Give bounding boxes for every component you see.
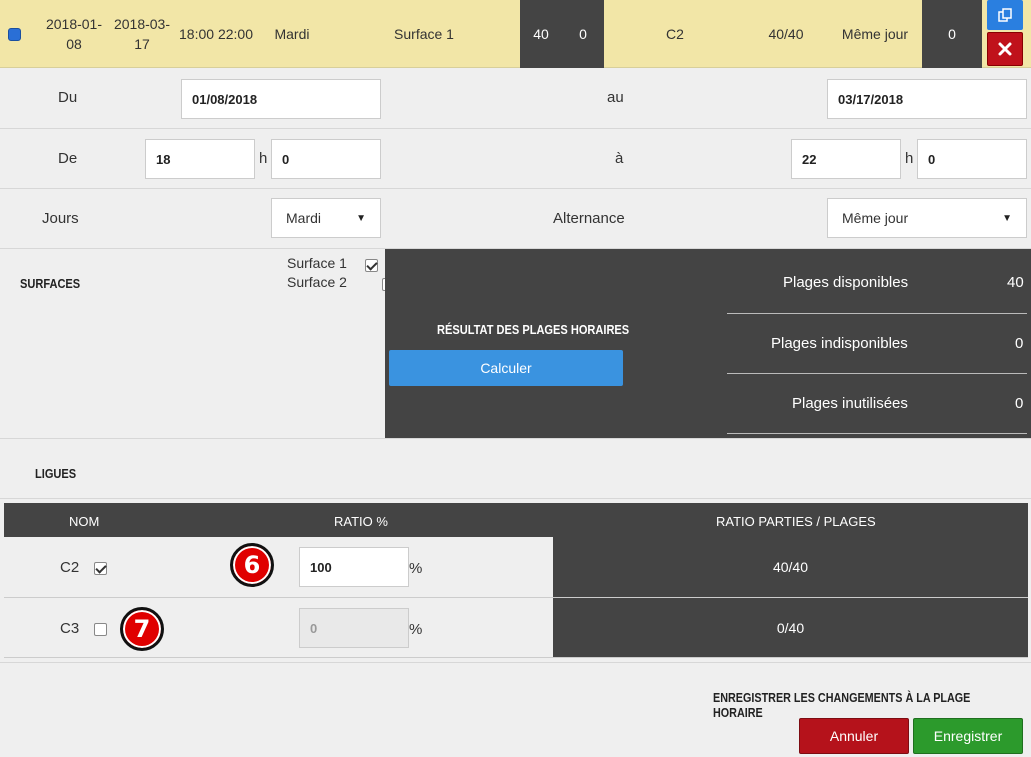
alternance-label: Alternance — [553, 210, 625, 227]
percent-label: % — [409, 560, 423, 577]
summary-ratio: 40/40 — [768, 26, 804, 42]
start-hour-input[interactable]: 18 — [145, 139, 255, 179]
cancel-button[interactable]: Annuler — [799, 718, 909, 754]
close-icon — [998, 42, 1012, 56]
summary-unavailable: 0 — [562, 0, 604, 68]
summary-unused: 0 — [922, 0, 982, 68]
col-header-name: NOM — [69, 514, 100, 529]
surface-1-checkbox[interactable] — [365, 259, 378, 272]
stat-unavailable-label: Plages indisponibles — [771, 335, 908, 352]
day-select[interactable]: Mardi ▼ — [271, 198, 381, 238]
league-checkbox[interactable] — [94, 562, 107, 575]
row-select-checkbox[interactable] — [7, 27, 21, 41]
summary-day: Mardi — [274, 26, 310, 42]
col-header-ratio-games: RATIO PARTIES / PLAGES — [716, 514, 876, 529]
summary-start-date: 2018-01-08 — [45, 16, 103, 52]
league-checkbox[interactable] — [94, 623, 107, 636]
copy-icon — [998, 8, 1012, 22]
summary-available: 40 — [520, 0, 562, 68]
leagues-heading: LIGUES — [35, 466, 77, 481]
du-label: Du — [58, 89, 78, 106]
end-date-input[interactable]: 03/17/2018 — [827, 79, 1027, 119]
table-header: NOM RATIO % RATIO PARTIES / PLAGES — [4, 503, 1028, 537]
league-ratio-games: 0/40 — [553, 598, 1028, 657]
league-ratio-input-disabled: 0 — [299, 608, 409, 648]
de-label: De — [58, 150, 78, 167]
summary-league: C2 — [666, 26, 684, 42]
row-select-cell[interactable] — [0, 0, 28, 68]
day-select-value: Mardi — [286, 210, 322, 226]
stat-unavailable-value: 0 — [1015, 335, 1024, 352]
table-row: C3 7 0 % 0/40 — [4, 598, 1028, 658]
summary-time-range: 18:00 22:00 — [179, 26, 253, 42]
hour-separator: h — [905, 150, 914, 167]
summary-surface: Surface 1 — [394, 26, 454, 42]
league-ratio-input[interactable]: 100 — [299, 547, 409, 587]
summary-end-date: 2018-03-17 — [113, 16, 171, 52]
date-range-row: Du 01/08/2018 au 03/17/2018 — [0, 68, 1031, 129]
stat-unused-value: 0 — [1015, 395, 1024, 412]
duplicate-button[interactable] — [987, 0, 1023, 30]
caret-down-icon: ▼ — [1002, 212, 1012, 224]
annotation-badge: 6 — [230, 543, 274, 587]
a-label: à — [615, 150, 624, 167]
league-name: C2 — [60, 559, 80, 576]
stat-divider — [727, 313, 1027, 314]
calculate-button[interactable]: Calculer — [389, 350, 623, 386]
stat-unused-label: Plages inutilisées — [792, 395, 908, 412]
delete-button[interactable] — [987, 32, 1023, 66]
leagues-heading-row: LIGUES — [0, 439, 1031, 499]
leagues-table: NOM RATIO % RATIO PARTIES / PLAGES C2 6 … — [4, 503, 1028, 658]
stat-available-value: 40 — [1007, 274, 1024, 291]
alternance-select[interactable]: Même jour ▼ — [827, 198, 1027, 238]
alternance-select-value: Même jour — [842, 210, 909, 226]
time-range-row: De 18 h 0 à 22 h 0 — [0, 129, 1031, 189]
footer: ENREGISTRER LES CHANGEMENTS À LA PLAGE H… — [0, 662, 1031, 757]
hour-separator: h — [259, 150, 268, 167]
surface-1-label: Surface 1 — [287, 255, 347, 271]
summary-alternance: Même jour — [841, 26, 909, 42]
schedule-summary-row: 2018-01-08 2018-03-17 18:00 22:00 Mardi … — [0, 0, 1031, 68]
jours-label: Jours — [42, 210, 79, 227]
save-changes-heading: ENREGISTRER LES CHANGEMENTS À LA PLAGE H… — [713, 690, 971, 720]
days-row: Jours Mardi ▼ Alternance Même jour ▼ — [0, 189, 1031, 249]
surfaces-heading: SURFACES — [20, 276, 81, 291]
stat-divider — [727, 373, 1027, 374]
surfaces-section: SURFACES Surface 1 Surface 2 RÉSULTAT DE… — [0, 249, 1031, 439]
results-heading: RÉSULTAT DES PLAGES HORAIRES — [437, 322, 630, 337]
league-ratio-games: 40/40 — [553, 537, 1028, 597]
end-minute-input[interactable]: 0 — [917, 139, 1027, 179]
end-hour-input[interactable]: 22 — [791, 139, 901, 179]
table-row: C2 6 100 % 40/40 — [4, 537, 1028, 598]
save-button[interactable]: Enregistrer — [913, 718, 1023, 754]
results-panel: RÉSULTAT DES PLAGES HORAIRES Calculer Pl… — [385, 249, 1031, 438]
start-date-input[interactable]: 01/08/2018 — [181, 79, 381, 119]
stat-divider — [727, 433, 1027, 434]
percent-label: % — [409, 621, 423, 638]
col-header-ratio: RATIO % — [334, 514, 388, 529]
annotation-badge: 7 — [120, 607, 164, 651]
stat-available-label: Plages disponibles — [783, 274, 909, 291]
au-label: au — [607, 89, 624, 106]
surface-2-label: Surface 2 — [287, 274, 347, 290]
start-minute-input[interactable]: 0 — [271, 139, 381, 179]
league-name: C3 — [60, 620, 80, 637]
caret-down-icon: ▼ — [356, 212, 366, 224]
